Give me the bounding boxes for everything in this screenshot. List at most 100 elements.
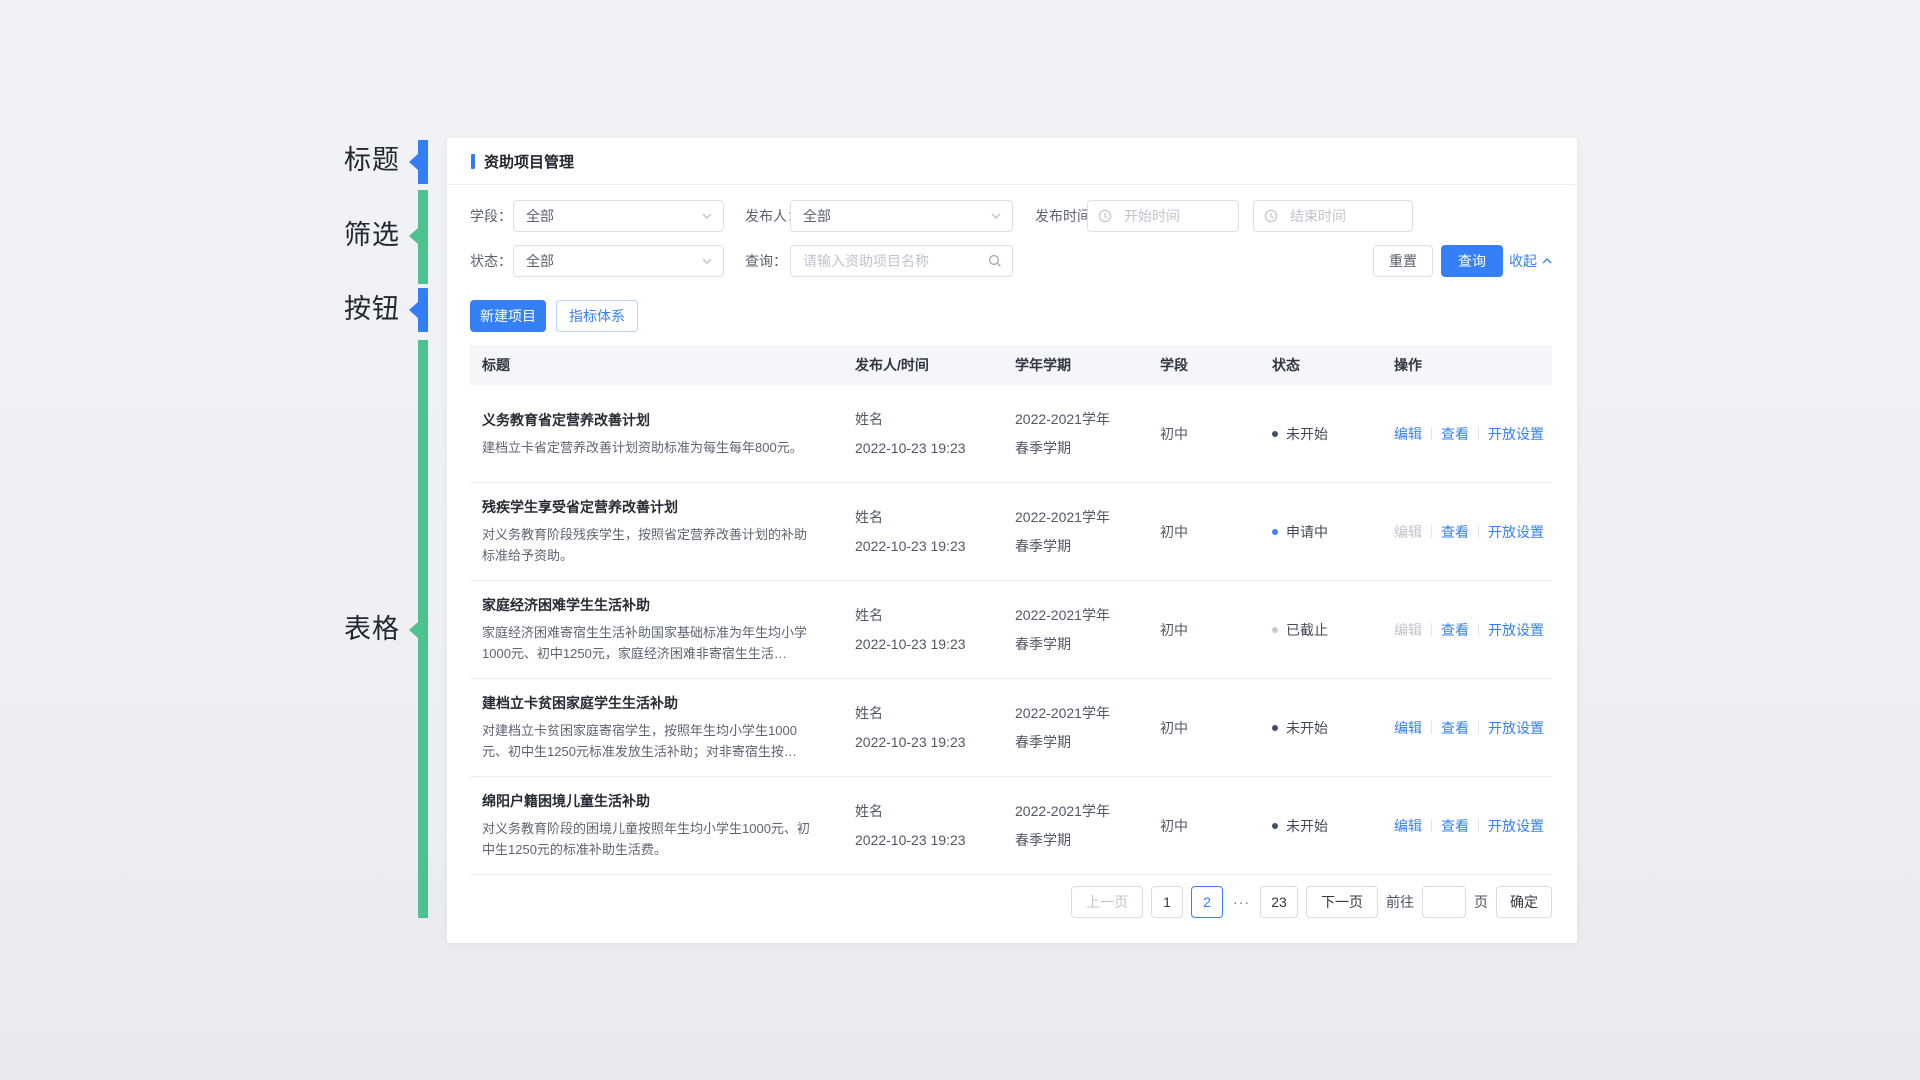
rail-marker-button (409, 288, 428, 332)
publisher-name: 姓名 (855, 411, 883, 427)
rail-arrow-icon (409, 154, 418, 170)
action-separator (1478, 525, 1479, 538)
open-settings-link[interactable]: 开放设置 (1488, 424, 1544, 444)
chevron-down-icon (702, 213, 712, 219)
school-year: 2022-2021学年 (1015, 803, 1110, 819)
status-dot-icon (1272, 528, 1278, 535)
stage-value: 初中 (1160, 523, 1188, 540)
publisher-select[interactable]: 全部 (790, 200, 1013, 232)
project-title: 义务教育省定营养改善计划 (482, 411, 650, 428)
project-description: 对义务教育阶段的困境儿童按照年生均小学生1000元、初中生1250元的标准补助生… (482, 821, 810, 857)
view-link[interactable]: 查看 (1441, 620, 1469, 640)
action-separator (1431, 721, 1432, 734)
table-row: 残疾学生享受省定营养改善计划 对义务教育阶段残疾学生，按照省定营养改善计划的补助… (470, 483, 1552, 581)
view-link[interactable]: 查看 (1441, 816, 1469, 836)
status-dot-icon (1272, 724, 1278, 731)
action-separator (1431, 623, 1432, 636)
reset-button[interactable]: 重置 (1373, 245, 1433, 277)
annotation-button-label: 按钮 (344, 294, 400, 324)
publisher-name: 姓名 (855, 803, 883, 819)
clock-icon (1098, 209, 1112, 223)
new-project-button[interactable]: 新建项目 (470, 300, 546, 332)
open-settings-link[interactable]: 开放设置 (1488, 620, 1544, 640)
status-select[interactable]: 全部 (513, 245, 724, 277)
annotation-table-label: 表格 (344, 614, 400, 644)
edit-link[interactable]: 编辑 (1394, 816, 1422, 836)
publisher-name: 姓名 (855, 509, 883, 525)
chevron-down-icon (991, 213, 1001, 219)
view-link[interactable]: 查看 (1441, 424, 1469, 444)
stage-filter-label: 学段： (470, 208, 512, 224)
publish-time: 2022-10-23 19:23 (855, 832, 966, 848)
action-separator (1431, 819, 1432, 832)
status-dot-icon (1272, 626, 1278, 633)
page-unit-label: 页 (1474, 894, 1488, 910)
clock-icon (1264, 209, 1278, 223)
school-year: 2022-2021学年 (1015, 705, 1110, 721)
status-text: 申请中 (1286, 523, 1328, 540)
action-separator (1478, 721, 1479, 734)
more-pages-icon[interactable]: ··· (1233, 894, 1250, 910)
edit-link[interactable]: 编辑 (1394, 424, 1422, 444)
chevron-down-icon (702, 258, 712, 264)
school-year: 2022-2021学年 (1015, 411, 1110, 427)
publish-time: 2022-10-23 19:23 (855, 734, 966, 750)
project-description: 对建档立卡贫困家庭寄宿学生，按照年生均小学生1000元、初中生1250元标准发放… (482, 723, 797, 759)
start-time-input[interactable]: 开始时间 (1087, 200, 1239, 232)
search-input[interactable]: 请输入资助项目名称 (790, 245, 1013, 277)
stage-value: 初中 (1160, 621, 1188, 638)
table-row: 义务教育省定营养改善计划 建档立卡省定营养改善计划资助标准为每生每年800元。 … (470, 385, 1552, 483)
publish-time: 2022-10-23 19:23 (855, 538, 966, 554)
goto-label: 前往 (1386, 894, 1414, 910)
page-title: 资助项目管理 (484, 153, 575, 171)
stage-select[interactable]: 全部 (513, 200, 724, 232)
table-row: 绵阳户籍困境儿童生活补助 对义务教育阶段的困境儿童按照年生均小学生1000元、初… (470, 777, 1552, 875)
page-button-2-active[interactable]: 2 (1191, 886, 1223, 918)
edit-link[interactable]: 编辑 (1394, 620, 1422, 640)
indicator-system-button[interactable]: 指标体系 (556, 300, 638, 332)
confirm-button[interactable]: 确定 (1496, 886, 1552, 918)
col-header-semester: 学年学期 (1015, 357, 1071, 373)
chevron-up-icon (1542, 258, 1552, 264)
prev-page-button[interactable]: 上一页 (1071, 886, 1143, 918)
next-page-button[interactable]: 下一页 (1306, 886, 1378, 918)
page-button-23[interactable]: 23 (1260, 886, 1298, 918)
rail-arrow-icon (409, 302, 418, 318)
stage-value: 初中 (1160, 817, 1188, 834)
stage-value: 初中 (1160, 425, 1188, 442)
table-body: 义务教育省定营养改善计划 建档立卡省定营养改善计划资助标准为每生每年800元。 … (470, 385, 1552, 875)
rail-marker-filter (409, 190, 428, 284)
school-year: 2022-2021学年 (1015, 607, 1110, 623)
edit-link[interactable]: 编辑 (1394, 522, 1422, 542)
action-separator (1478, 819, 1479, 832)
stage-value: 初中 (1160, 719, 1188, 736)
end-time-input[interactable]: 结束时间 (1253, 200, 1413, 232)
col-header-title: 标题 (482, 357, 510, 373)
rail-arrow-icon (409, 228, 418, 244)
page-button-1[interactable]: 1 (1151, 886, 1183, 918)
project-description: 家庭经济困难寄宿生生活补助国家基础标准为年生均小学1000元、初中1250元，家… (482, 625, 808, 661)
rail-arrow-icon (409, 622, 418, 638)
goto-page-input[interactable] (1422, 886, 1466, 918)
col-header-publisher: 发布人/时间 (855, 357, 929, 373)
annotation-title-label: 标题 (344, 145, 400, 175)
semester: 春季学期 (1015, 636, 1071, 652)
view-link[interactable]: 查看 (1441, 718, 1469, 738)
table-row: 建档立卡贫困家庭学生生活补助 对建档立卡贫困家庭寄宿学生，按照年生均小学生100… (470, 679, 1552, 777)
open-settings-link[interactable]: 开放设置 (1488, 522, 1544, 542)
status-filter-label: 状态： (470, 253, 512, 269)
project-title: 建档立卡贫困家庭学生生活补助 (482, 695, 678, 711)
open-settings-link[interactable]: 开放设置 (1488, 816, 1544, 836)
view-link[interactable]: 查看 (1441, 522, 1469, 542)
collapse-link[interactable]: 收起 (1509, 245, 1553, 277)
school-year: 2022-2021学年 (1015, 509, 1110, 525)
open-settings-link[interactable]: 开放设置 (1488, 718, 1544, 738)
search-icon (988, 254, 1001, 267)
query-button[interactable]: 查询 (1441, 245, 1503, 277)
action-separator (1478, 623, 1479, 636)
title-accent-bar (471, 153, 475, 169)
action-separator (1431, 427, 1432, 440)
status-dot-icon (1272, 822, 1278, 829)
search-filter-label: 查询： (745, 253, 787, 269)
edit-link[interactable]: 编辑 (1394, 718, 1422, 738)
